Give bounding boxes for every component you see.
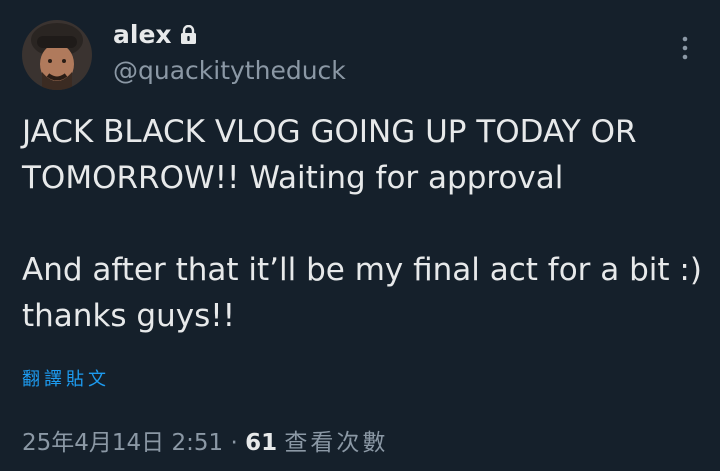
tweet-date[interactable]: 25年4月14日 xyxy=(22,430,164,456)
avatar[interactable] xyxy=(22,20,92,90)
views-count: 61 xyxy=(245,430,278,456)
tweet-time[interactable]: 2:51 xyxy=(171,430,223,456)
tweet-text: JACK BLACK VLOG GOING UP TODAY OR TOMORR… xyxy=(22,114,702,334)
author-name-row: alex xyxy=(113,19,197,51)
user-avatar-icon xyxy=(22,20,92,90)
translate-post-link[interactable]: 翻譯貼文 xyxy=(22,368,110,392)
more-vertical-icon xyxy=(682,36,688,60)
meta-separator: · xyxy=(223,430,246,456)
more-options-button[interactable] xyxy=(672,33,698,63)
tweet-meta: 25年4月14日 2:51 · 61 查看次數 xyxy=(22,427,388,459)
display-name[interactable]: alex xyxy=(113,19,172,51)
lock-icon xyxy=(180,24,197,45)
user-handle[interactable]: @quackitytheduck xyxy=(113,55,346,87)
views-label[interactable]: 查看次數 xyxy=(284,430,388,456)
